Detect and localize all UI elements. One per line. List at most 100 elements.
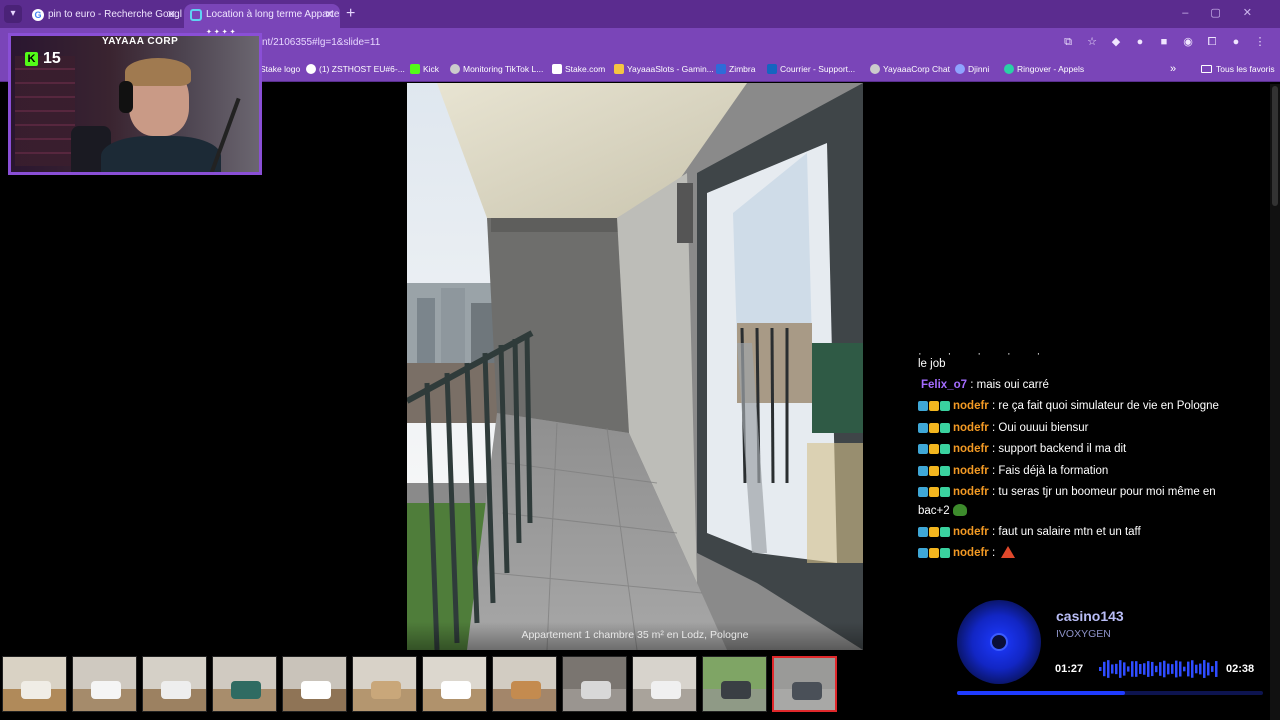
profile-icon[interactable]: ● (1224, 36, 1248, 48)
chat-colon: : (988, 400, 999, 412)
bookmark-item[interactable]: Courrier - Support... (767, 64, 855, 74)
time-elapsed: 01:27 (1055, 663, 1084, 675)
crown-icon (929, 401, 939, 411)
toolbar-icons: ⧉ ☆ ◆ ● ■ ◉ ⧠ ● ⋮ (1056, 35, 1272, 49)
chat-message: le job (918, 356, 946, 373)
thumbnail-furniture (91, 681, 121, 699)
decorative-stars: ✦✦✦✦ (206, 29, 238, 36)
browser-tab-bar: ▾ G pin to euro - Recherche Google ✕ Loc… (0, 0, 1280, 28)
chat-text: re ça fait quoi simulateur de vie en Pol… (998, 400, 1219, 412)
window-controls[interactable]: –▢✕ (1182, 6, 1274, 19)
waveform-bar (1179, 661, 1182, 677)
install-icon[interactable]: ⧉ (1056, 36, 1080, 49)
bookmark-item[interactable]: YayaaaSlots - Gamin... (614, 64, 714, 74)
waveform-bar (1175, 660, 1178, 678)
zimbra-icon (716, 64, 726, 74)
bookmark-label: YayaaaCorp Chat (883, 64, 950, 74)
extension-icon[interactable]: ■ (1152, 36, 1176, 48)
bookmark-item[interactable]: Ringover - Appels (1004, 64, 1084, 74)
photo-thumbnail[interactable] (72, 656, 137, 712)
waveform-bar (1147, 661, 1150, 677)
chat-colon: : (988, 486, 999, 498)
waveform-bar (1111, 664, 1114, 674)
badge-icon (940, 487, 950, 497)
bookmark-item[interactable]: Kick (410, 64, 439, 74)
slots-icon (614, 64, 624, 74)
photo-thumbnail[interactable] (492, 656, 557, 712)
star-icon[interactable]: ☆ (1080, 35, 1104, 48)
more-bookmarks-icon[interactable]: » (1170, 63, 1176, 75)
photo-thumbnail[interactable] (142, 656, 207, 712)
photo-thumbnail[interactable] (702, 656, 767, 712)
chat-colon: : (988, 465, 999, 477)
thumbnail-furniture (792, 682, 822, 700)
tab-apartment-listing[interactable]: Location à long terme Appartem ✕ (184, 4, 340, 28)
photo-thumbnail[interactable] (632, 656, 697, 712)
waveform-bar (1115, 663, 1118, 675)
waveform-bar (1123, 662, 1126, 676)
chat-text: support backend il ma dit (998, 443, 1127, 455)
bookmark-item[interactable]: Zimbra (716, 64, 755, 74)
disc-center (990, 633, 1008, 651)
waveform-bar (1183, 666, 1186, 672)
badge-icon (918, 444, 928, 454)
bookmark-item[interactable]: Monitoring TikTok L... (450, 64, 543, 74)
new-tab-button[interactable]: + (346, 4, 355, 24)
puzzle-icon[interactable]: ⧠ (1200, 36, 1224, 49)
tab-search-button[interactable]: ▾ (4, 5, 22, 23)
chat-text: mais oui carré (976, 379, 1049, 391)
photo-thumbnail[interactable] (282, 656, 347, 712)
kick-logo-icon: K (25, 52, 38, 66)
warning-emote-icon (1001, 546, 1016, 558)
chat-message: nodefr : support backend il ma dit (918, 441, 1126, 460)
apartment-photo[interactable] (407, 83, 863, 650)
bookmark-item[interactable]: YayaaaCorp Chat (870, 64, 950, 74)
badge-icon (940, 466, 950, 476)
bookmark-label: (1) ZSTHOST EU#6-... (319, 64, 405, 74)
waveform-bar (1135, 661, 1138, 677)
chat-text: faut un salaire mtn et un taff (998, 526, 1141, 538)
google-icon: G (32, 9, 44, 21)
scrollbar-thumb[interactable] (1272, 86, 1278, 206)
ringover-icon (1004, 64, 1014, 74)
bookmark-item[interactable]: Stake logo (260, 64, 300, 74)
extension-icon[interactable]: ◉ (1176, 35, 1200, 48)
bookmark-label: Zimbra (729, 64, 756, 74)
waveform-bar (1171, 664, 1174, 674)
extension-icon[interactable]: ● (1128, 36, 1152, 48)
tab-google-search[interactable]: G pin to euro - Recherche Google ✕ (26, 4, 182, 28)
chat-badges (918, 422, 951, 439)
url-field[interactable]: nt/2106355#lg=1&slide=11 (262, 37, 380, 48)
song-title: casino143 (1056, 608, 1124, 624)
chat-username: nodefr (953, 443, 989, 455)
crown-icon (929, 466, 939, 476)
photo-thumbnail[interactable] (352, 656, 417, 712)
waveform-bar (1127, 666, 1130, 672)
thumbnail-furniture (161, 681, 191, 699)
djinni-icon (955, 64, 965, 74)
chat-username: nodefr (953, 547, 989, 559)
photo-thumbnail[interactable] (2, 656, 67, 712)
photo-thumbnail[interactable] (422, 656, 487, 712)
chat-text: Fais déjà la formation (998, 465, 1109, 477)
bookmark-item[interactable]: Djinni (955, 64, 989, 74)
all-bookmarks-button[interactable]: Tous les favoris (1201, 64, 1275, 74)
extension-icon[interactable]: ◆ (1104, 35, 1128, 48)
thumbnail-furniture (721, 681, 751, 699)
close-icon[interactable]: ✕ (167, 4, 176, 26)
photo-thumbnail[interactable] (772, 656, 837, 712)
menu-icon[interactable]: ⋮ (1248, 35, 1272, 48)
chat-text: Oui ouuui biensur (998, 422, 1089, 434)
photo-thumbnail[interactable] (562, 656, 627, 712)
song-progress-fill (957, 691, 1126, 695)
waveform-bar (1139, 664, 1142, 674)
chat-badges (918, 526, 951, 543)
bookmark-item[interactable]: (1) ZSTHOST EU#6-... (306, 64, 405, 74)
waveform-bar (1119, 660, 1122, 678)
bookmark-item[interactable]: Stake.com (552, 64, 605, 74)
chat-username: nodefr (953, 526, 989, 538)
close-icon[interactable]: ✕ (325, 4, 334, 26)
chat-badges (918, 465, 951, 482)
photo-thumbnail[interactable] (212, 656, 277, 712)
waveform-bar (1159, 662, 1162, 676)
